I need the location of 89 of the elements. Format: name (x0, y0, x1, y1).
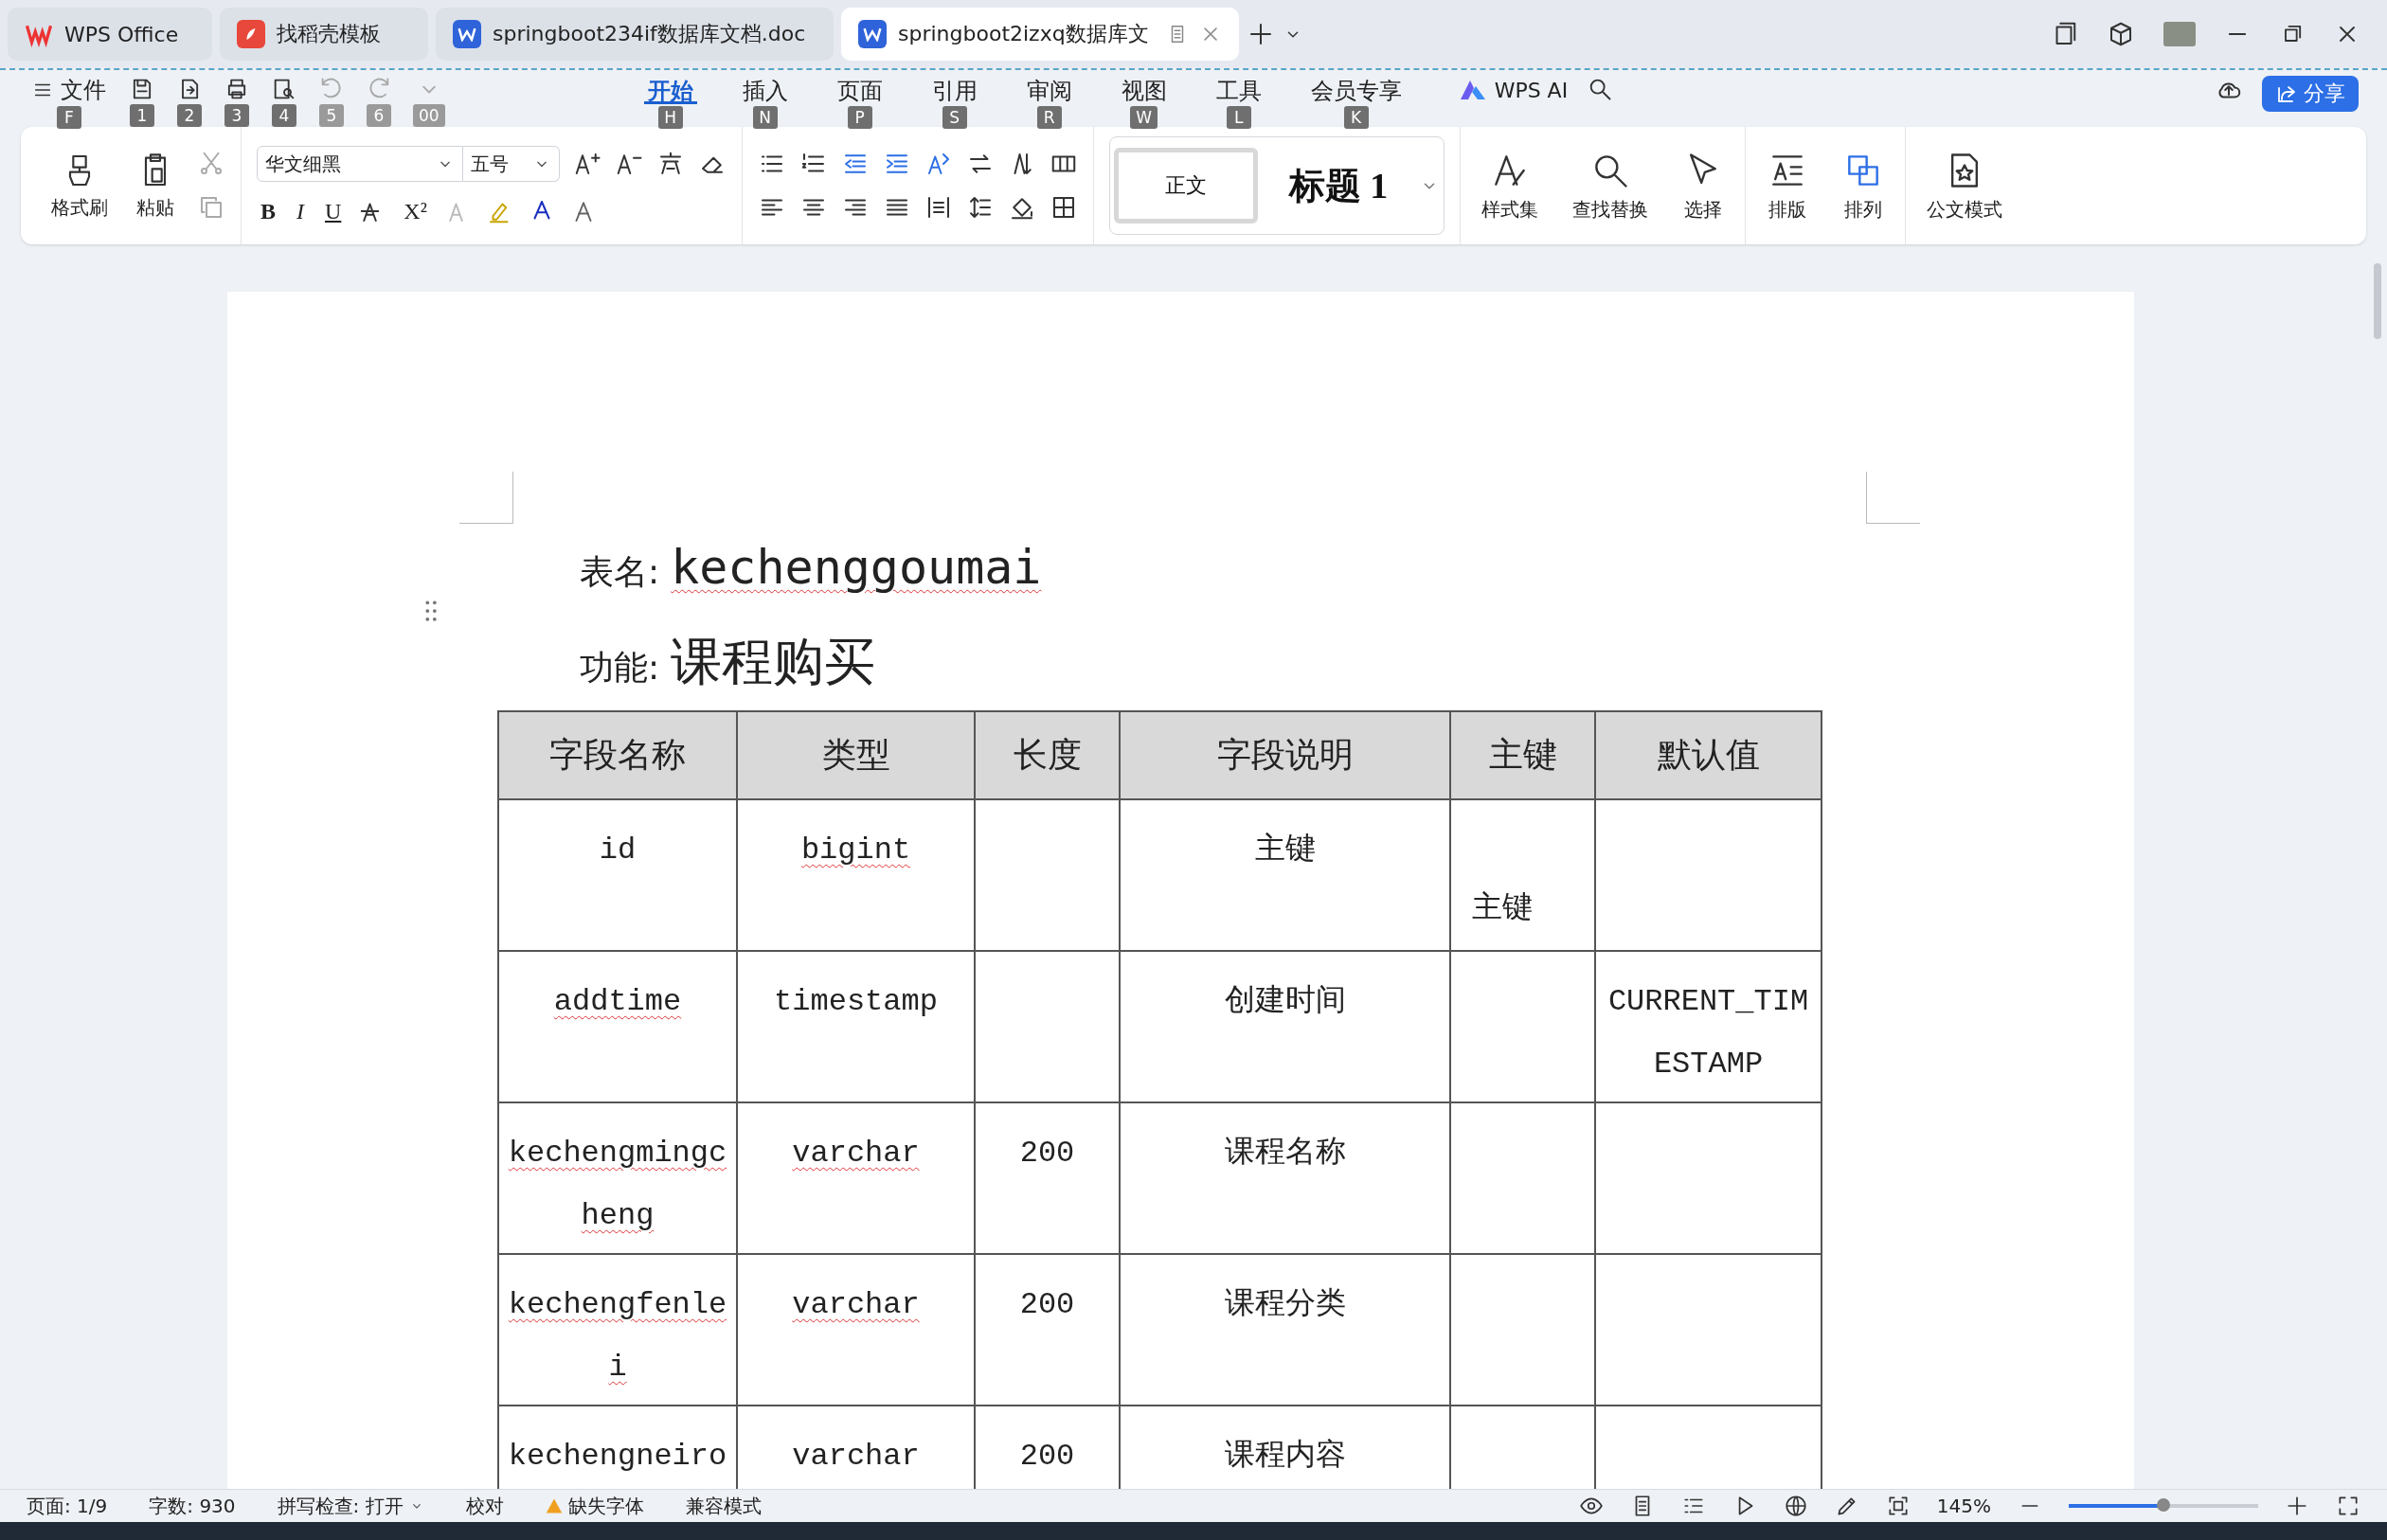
table-cell: 课程分类 (1120, 1254, 1450, 1406)
column-header: 字段名称 (498, 711, 737, 799)
key-tip: K (1343, 106, 1369, 129)
table-cell: timestamp (737, 951, 975, 1102)
italic-button[interactable]: I (293, 198, 308, 224)
table-cell: bigint (737, 799, 975, 951)
status-text[interactable]: 字数: 930 (149, 1493, 236, 1519)
underline-button[interactable]: U (321, 198, 346, 224)
ribbon-tab[interactable]: 会员专享 (1306, 76, 1406, 104)
table-cell: 主键 (1450, 799, 1595, 951)
margin-mark (459, 472, 513, 524)
ribbon-tab[interactable]: 引用 (927, 76, 981, 104)
layout-button[interactable]: 排版 (1761, 145, 1814, 226)
ribbon-tab[interactable]: 工具 (1211, 76, 1265, 104)
table-cell: 课程名称 (1120, 1102, 1450, 1254)
paste-button[interactable]: 粘贴 (131, 147, 180, 224)
table-cell: 主键 (1120, 799, 1450, 951)
font-size-dropdown[interactable]: 五号 (463, 146, 560, 182)
key-tip: H (657, 106, 683, 129)
arrange-button[interactable]: 排列 (1837, 145, 1890, 226)
styles-button[interactable]: 样式集 (1476, 145, 1544, 226)
table-cell: kechengmingcheng (498, 1102, 737, 1254)
document-tab[interactable]: springboot234if数据库文档.doc (436, 8, 834, 61)
ai-logo-icon (1458, 79, 1487, 101)
zoom-slider-thumb[interactable] (2157, 1498, 2170, 1512)
column-header: 长度 (975, 711, 1120, 799)
table-cell: kechengfenlei (498, 1254, 737, 1406)
format-painter-button[interactable]: 格式刷 (45, 147, 114, 224)
official-button[interactable]: 公文模式 (1921, 145, 2008, 226)
missing-font-status[interactable]: 缺失字体 (545, 1493, 644, 1519)
key-tip: R (1036, 106, 1062, 129)
template-logo-icon (237, 20, 265, 48)
key-tip: P (847, 106, 872, 129)
table-cell: id (498, 799, 737, 951)
key-tip: 1 (130, 104, 154, 127)
ribbon-tab[interactable]: 视图 (1117, 76, 1171, 104)
table-cell: 200 (975, 1102, 1120, 1254)
scrollbar-thumb[interactable] (2374, 263, 2381, 339)
warning-icon (545, 1497, 563, 1514)
spell-check-dropdown[interactable]: 拼写检查: 打开 (277, 1493, 424, 1519)
key-tip: 00 (413, 104, 445, 127)
select-button[interactable]: 选择 (1677, 145, 1730, 226)
document-tab[interactable]: WPS Office (8, 8, 212, 61)
key-tip: 6 (367, 104, 391, 127)
ribbon-tab[interactable]: 页面 (833, 76, 887, 104)
ribbon-tab[interactable]: 插入 (738, 76, 792, 104)
wps-ai-button[interactable]: WPS AI (1458, 76, 1569, 104)
status-text[interactable]: 页面: 1/9 (27, 1493, 108, 1519)
bold-button[interactable]: B (257, 198, 279, 224)
table-cell: addtime (498, 951, 737, 1102)
table-name-label: 表名: (580, 551, 660, 593)
column-header: 主键 (1450, 711, 1595, 799)
zoom-level[interactable]: 145% (1936, 1495, 1991, 1517)
key-tip: 4 (272, 104, 296, 127)
key-tip: W (1130, 106, 1158, 129)
function-label: 功能: (580, 647, 660, 689)
document-tab[interactable]: 找稻壳模板 (220, 8, 428, 61)
document-logo-icon (858, 20, 887, 48)
file-menu[interactable]: 文件 (28, 76, 110, 104)
function-text: 课程购买 (671, 631, 876, 693)
key-tip: S (942, 106, 967, 129)
ribbon-tab[interactable]: 审阅 (1022, 76, 1076, 104)
table-cell: 创建时间 (1120, 951, 1450, 1102)
key-tip: 3 (224, 104, 249, 127)
column-header: 默认值 (1595, 711, 1822, 799)
globe-icon[interactable] (1783, 1494, 1808, 1518)
style-option[interactable]: 正文 (1114, 148, 1258, 224)
key-tip: 2 (177, 104, 202, 127)
table-cell: varchar (737, 1254, 975, 1406)
document-tab[interactable]: springboot2izxq数据库文 (841, 8, 1239, 61)
key-tip: F (57, 106, 81, 129)
table-name: kechenggoumai (671, 540, 1042, 595)
find-button[interactable]: 查找替换 (1567, 145, 1654, 226)
key-tip: L (1226, 106, 1251, 129)
margin-mark (1866, 472, 1920, 524)
key-tip: N (752, 106, 778, 129)
table-cell: 200 (975, 1254, 1120, 1406)
font-name-dropdown[interactable]: 华文细黑 (257, 146, 463, 182)
fullscreen-icon[interactable] (2336, 1494, 2360, 1518)
document-logo-icon (453, 20, 481, 48)
status-text[interactable]: 校对 (465, 1493, 504, 1519)
key-tip: 5 (319, 104, 344, 127)
table-cell: varchar (737, 1102, 975, 1254)
superscript-button[interactable]: X² (400, 198, 431, 224)
column-header: 字段说明 (1120, 711, 1450, 799)
share-button[interactable]: 分享 (2262, 76, 2359, 112)
status-text[interactable]: 兼容模式 (685, 1493, 762, 1519)
column-header: 类型 (737, 711, 975, 799)
table-cell: CURRENT_TIMESTAMP (1595, 951, 1822, 1102)
